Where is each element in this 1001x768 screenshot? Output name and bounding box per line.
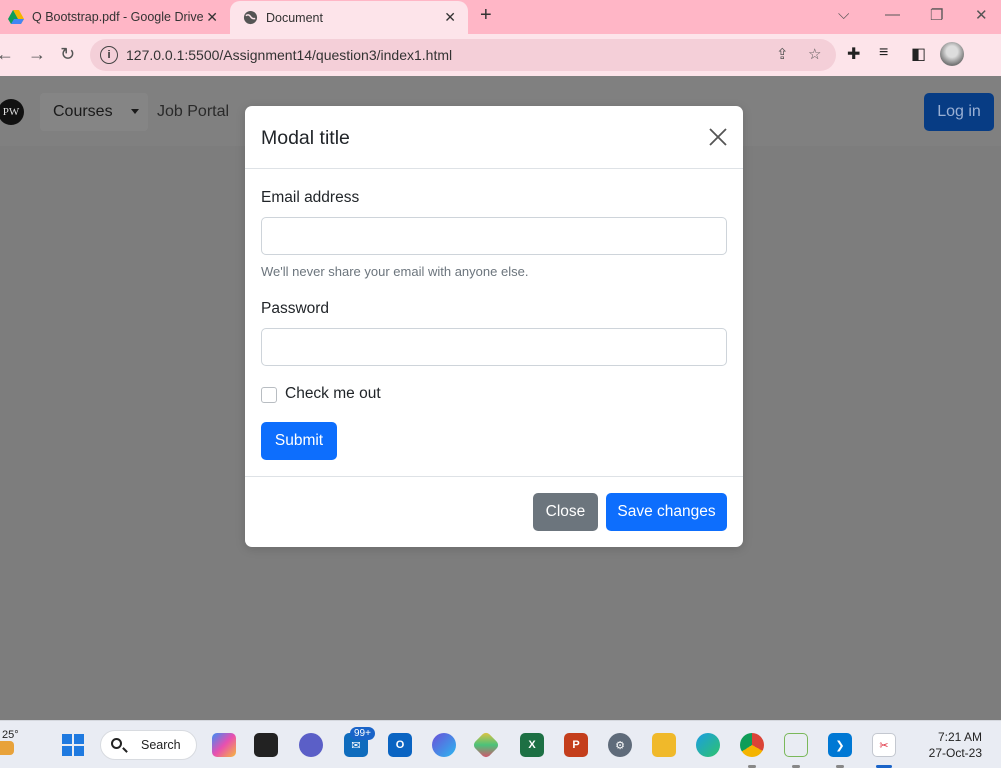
tab-title: Document xyxy=(266,10,323,25)
modal-title: Modal title xyxy=(261,127,350,149)
new-tab-icon[interactable]: + xyxy=(480,4,492,27)
edge-icon[interactable] xyxy=(696,733,720,757)
extensions-icon[interactable]: ✚ xyxy=(847,44,860,64)
profile-avatar[interactable] xyxy=(940,42,964,66)
modal-dialog: Modal title Email address We'll never sh… xyxy=(245,106,743,547)
forward-arrow-icon[interactable]: → xyxy=(28,44,46,65)
password-label: Password xyxy=(261,300,330,317)
back-arrow-icon[interactable]: ← xyxy=(0,44,14,65)
search-label: Search xyxy=(141,738,181,752)
submit-button[interactable]: Submit xyxy=(261,422,337,460)
dropdown-label: Courses xyxy=(53,103,113,120)
reading-list-icon[interactable]: ≡ xyxy=(879,44,888,62)
clock-time: 7:21 AM xyxy=(937,730,982,744)
save-changes-button[interactable]: Save changes xyxy=(606,493,727,531)
restore-icon[interactable]: ❐ xyxy=(930,6,943,24)
mail-badge: 99+ xyxy=(350,727,375,740)
bookmark-star-icon[interactable]: ☆ xyxy=(808,45,821,63)
close-icon[interactable]: ✕ xyxy=(206,9,218,26)
snipping-tool-icon[interactable]: ✂ xyxy=(872,733,896,757)
copilot-icon[interactable] xyxy=(212,733,236,757)
address-bar[interactable]: i 127.0.0.1:5500/Assignment14/question3/… xyxy=(90,39,836,71)
browser-tab-bar: Q Bootstrap.pdf - Google Drive ✕ Documen… xyxy=(0,0,1001,34)
clock-date: 27-Oct-23 xyxy=(928,746,982,760)
copilot-app-icon[interactable] xyxy=(432,733,456,757)
weather-temperature[interactable]: 25° xyxy=(2,729,19,741)
search-icon xyxy=(111,738,122,749)
vscode-icon[interactable]: ❯ xyxy=(828,733,852,757)
taskbar-search[interactable]: Search xyxy=(100,730,197,760)
minimize-icon[interactable]: — xyxy=(885,6,900,23)
browser-toolbar: ← → ↻ i 127.0.0.1:5500/Assignment14/ques… xyxy=(0,34,1001,76)
email-label: Email address xyxy=(261,189,360,206)
tab-google-drive[interactable]: Q Bootstrap.pdf - Google Drive ✕ xyxy=(0,0,230,34)
close-icon[interactable] xyxy=(709,128,727,146)
modal-footer: Close Save changes xyxy=(245,476,743,547)
tab-title: Q Bootstrap.pdf - Google Drive xyxy=(32,10,204,24)
globe-icon xyxy=(242,10,258,26)
caret-down-icon xyxy=(131,109,139,114)
reload-icon[interactable]: ↻ xyxy=(60,44,75,65)
weather-icon[interactable] xyxy=(0,741,14,755)
close-button[interactable]: Close xyxy=(533,493,598,531)
checkbox-label[interactable]: Check me out xyxy=(285,385,381,403)
close-icon[interactable]: ✕ xyxy=(444,9,456,26)
battery-app-icon[interactable] xyxy=(784,733,808,757)
google-drive-icon xyxy=(8,9,24,25)
password-input[interactable] xyxy=(261,328,727,366)
modal-header: Modal title xyxy=(245,106,743,169)
share-icon[interactable]: ⇪ xyxy=(776,45,789,63)
system-clock[interactable]: 7:21 AM 27-Oct-23 xyxy=(926,729,982,761)
file-explorer-icon[interactable] xyxy=(652,733,676,757)
chevron-down-icon[interactable]: ⌵ xyxy=(838,6,849,23)
windows-taskbar: 25° Search ✉ 99+ O X P ⚙ ❯ ✂ 7:21 AM 27-… xyxy=(0,720,1001,768)
outlook-icon[interactable]: O xyxy=(388,733,412,757)
windows-start-icon[interactable] xyxy=(62,734,84,756)
settings-gear-icon[interactable]: ⚙ xyxy=(608,733,632,757)
chrome-icon[interactable] xyxy=(740,733,764,757)
tab-document[interactable]: Document ✕ xyxy=(230,1,468,34)
email-help-text: We'll never share your email with anyone… xyxy=(261,264,529,279)
url-text: 127.0.0.1:5500/Assignment14/question3/in… xyxy=(126,47,453,63)
git-icon[interactable] xyxy=(471,730,501,760)
task-view-icon[interactable] xyxy=(254,733,278,757)
brand-logo[interactable]: PW xyxy=(0,99,24,125)
job-portal-link[interactable]: Job Portal xyxy=(157,103,229,121)
teams-chat-icon[interactable] xyxy=(299,733,323,757)
check-me-out-checkbox[interactable] xyxy=(261,387,277,403)
side-panel-icon[interactable]: ◧ xyxy=(911,44,926,64)
powerpoint-icon[interactable]: P xyxy=(564,733,588,757)
email-input[interactable] xyxy=(261,217,727,255)
courses-dropdown[interactable]: Courses xyxy=(40,93,148,131)
excel-icon[interactable]: X xyxy=(520,733,544,757)
info-icon[interactable]: i xyxy=(100,46,118,64)
window-close-icon[interactable]: ✕ xyxy=(975,6,988,24)
login-button[interactable]: Log in xyxy=(924,93,994,131)
